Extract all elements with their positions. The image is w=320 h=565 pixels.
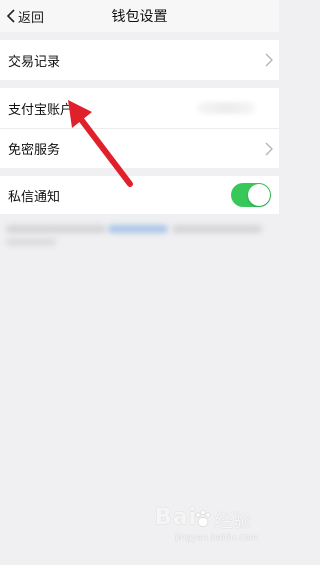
password-free-row[interactable]: 免密服务 — [0, 128, 279, 168]
chevron-right-icon — [265, 53, 273, 67]
watermark-url: jingyan.baidu.com — [175, 533, 259, 543]
settings-group-account: 支付宝账户 免密服务 — [0, 88, 279, 168]
watermark-logo-suffix: 经验 — [215, 511, 251, 532]
dm-notify-description-blurred — [0, 217, 279, 251]
baidu-watermark: Bai 经验 jingyan.baidu.com — [155, 505, 275, 547]
settings-group-notify: 私信通知 — [0, 176, 279, 214]
paw-icon — [195, 510, 211, 527]
dm-notify-toggle[interactable] — [231, 183, 271, 207]
transactions-row[interactable]: 交易记录 — [0, 40, 279, 80]
dm-notify-label: 私信通知 — [8, 189, 61, 205]
settings-group-records: 交易记录 — [0, 40, 279, 80]
alipay-account-value-blurred — [197, 102, 255, 114]
password-free-label: 免密服务 — [8, 143, 61, 158]
transactions-label: 交易记录 — [8, 54, 61, 70]
toggle-knob — [248, 184, 270, 206]
page-title: 钱包设置 — [111, 9, 168, 25]
watermark-logo: Bai — [155, 505, 198, 530]
alipay-account-row[interactable]: 支付宝账户 — [0, 88, 279, 128]
dm-notify-row: 私信通知 — [0, 176, 279, 214]
top-bar: 返回 钱包设置 — [0, 0, 279, 32]
alipay-account-label: 支付宝账户 — [8, 102, 74, 118]
chevron-right-icon — [265, 142, 273, 156]
